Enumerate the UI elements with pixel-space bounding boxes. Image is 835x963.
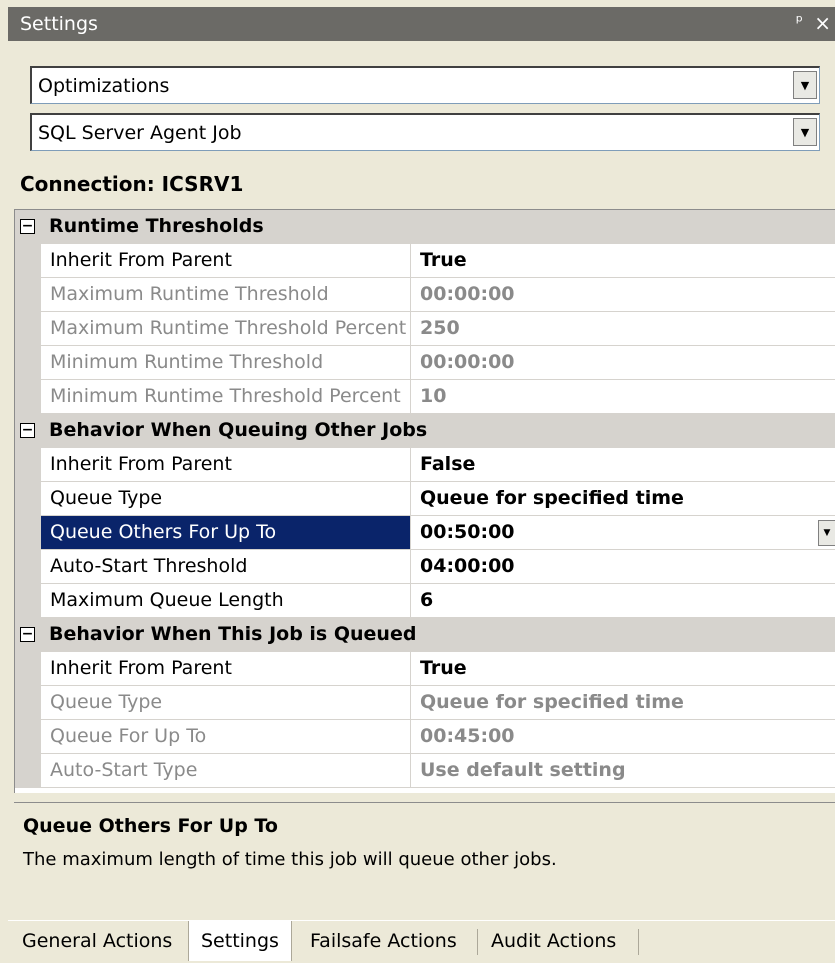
property-row[interactable]: Minimum Runtime Threshold Percent 10 <box>15 380 835 414</box>
property-value: 00:00:00 <box>420 283 515 305</box>
row-gutter <box>15 278 41 312</box>
row-gutter <box>15 754 41 788</box>
property-value: 00:45:00 <box>420 725 515 747</box>
property-row-selected[interactable]: Queue Others For Up To 00:50:00 ▼ <box>15 516 835 550</box>
property-row[interactable]: Inherit From Parent False <box>15 448 835 482</box>
property-row[interactable]: Maximum Runtime Threshold 00:00:00 <box>15 278 835 312</box>
property-name: Maximum Queue Length <box>41 584 411 617</box>
property-value: Use default setting <box>420 759 626 781</box>
property-row[interactable]: Maximum Queue Length 6 <box>15 584 835 618</box>
row-gutter <box>15 584 41 618</box>
description-pane: Queue Others For Up To The maximum lengt… <box>14 802 835 910</box>
pin-icon[interactable]: ᵖ <box>796 12 803 32</box>
property-value: 250 <box>420 317 460 339</box>
row-gutter <box>15 448 41 482</box>
tab-separator <box>477 929 478 955</box>
property-value: Queue for specified time <box>420 691 684 713</box>
property-row[interactable]: Minimum Runtime Threshold 00:00:00 <box>15 346 835 380</box>
property-name: Inherit From Parent <box>41 652 411 685</box>
property-name: Maximum Runtime Threshold Percent <box>41 312 411 345</box>
property-value[interactable]: True <box>412 244 835 277</box>
tab-strip: General Actions Settings Failsafe Action… <box>8 920 835 963</box>
row-gutter <box>15 346 41 380</box>
property-value: 10 <box>420 385 447 407</box>
tab-audit-actions[interactable]: Audit Actions <box>479 921 628 961</box>
collapse-icon[interactable]: − <box>20 627 35 642</box>
property-name: Inherit From Parent <box>41 244 411 277</box>
collapse-icon[interactable]: − <box>20 423 35 438</box>
property-row[interactable]: Queue For Up To 00:45:00 <box>15 720 835 754</box>
property-value[interactable]: 6 <box>412 584 835 617</box>
property-row[interactable]: Queue Type Queue for specified time <box>15 686 835 720</box>
row-gutter <box>15 516 41 550</box>
panel-title-bar: Settings ᵖ × <box>8 7 835 41</box>
row-gutter <box>15 720 41 754</box>
tab-failsafe-actions[interactable]: Failsafe Actions <box>298 921 469 961</box>
panel-title: Settings <box>20 13 98 35</box>
category-dropdown[interactable]: Optimizations ▼ <box>30 66 820 104</box>
tab-settings[interactable]: Settings <box>188 921 292 961</box>
row-gutter <box>15 686 41 720</box>
property-name: Queue For Up To <box>41 720 411 753</box>
category-label: Runtime Thresholds <box>49 215 264 237</box>
category-job-is-queued[interactable]: − Behavior When This Job is Queued <box>15 618 835 652</box>
description-title: Queue Others For Up To <box>23 815 278 837</box>
object-type-dropdown-value: SQL Server Agent Job <box>38 122 242 144</box>
property-value[interactable]: Queue for specified time <box>412 482 835 515</box>
chevron-down-icon[interactable]: ▼ <box>793 71 817 99</box>
category-label: Behavior When Queuing Other Jobs <box>49 419 428 441</box>
row-gutter <box>15 312 41 346</box>
property-value-editor[interactable]: 00:50:00 <box>412 516 835 549</box>
connection-label: Connection: ICSRV1 <box>20 172 244 196</box>
property-value[interactable]: False <box>412 448 835 481</box>
row-gutter <box>15 652 41 686</box>
property-name: Auto-Start Threshold <box>41 550 411 583</box>
property-row[interactable]: Maximum Runtime Threshold Percent 250 <box>15 312 835 346</box>
tab-general-actions[interactable]: General Actions <box>10 921 184 961</box>
row-gutter <box>15 482 41 516</box>
property-row[interactable]: Inherit From Parent True <box>15 652 835 686</box>
category-queuing-other-jobs[interactable]: − Behavior When Queuing Other Jobs <box>15 414 835 448</box>
category-dropdown-value: Optimizations <box>38 75 170 97</box>
property-value: 00:00:00 <box>420 351 515 373</box>
property-name: Auto-Start Type <box>41 754 411 787</box>
property-row[interactable]: Auto-Start Type Use default setting <box>15 754 835 788</box>
chevron-down-icon[interactable]: ▼ <box>793 118 817 146</box>
property-name: Minimum Runtime Threshold <box>41 346 411 379</box>
object-type-dropdown[interactable]: SQL Server Agent Job ▼ <box>30 113 820 151</box>
property-name: Queue Type <box>41 686 411 719</box>
property-value[interactable]: 04:00:00 <box>412 550 835 583</box>
property-name: Queue Others For Up To <box>41 516 411 549</box>
property-row[interactable]: Auto-Start Threshold 04:00:00 <box>15 550 835 584</box>
chevron-down-icon[interactable]: ▼ <box>818 520 835 546</box>
category-runtime-thresholds[interactable]: − Runtime Thresholds <box>15 210 835 244</box>
collapse-icon[interactable]: − <box>20 219 35 234</box>
property-name: Minimum Runtime Threshold Percent <box>41 380 411 413</box>
property-row[interactable]: Inherit From Parent True <box>15 244 835 278</box>
property-row[interactable]: Queue Type Queue for specified time <box>15 482 835 516</box>
row-gutter <box>15 550 41 584</box>
row-gutter <box>15 380 41 414</box>
property-grid: − Runtime Thresholds Inherit From Parent… <box>14 209 835 793</box>
property-name: Inherit From Parent <box>41 448 411 481</box>
tab-separator <box>638 929 639 955</box>
category-label: Behavior When This Job is Queued <box>49 623 417 645</box>
property-name: Maximum Runtime Threshold <box>41 278 411 311</box>
description-text: The maximum length of time this job will… <box>23 849 557 870</box>
row-gutter <box>15 244 41 278</box>
property-name: Queue Type <box>41 482 411 515</box>
close-icon[interactable]: × <box>814 11 831 35</box>
property-value[interactable]: True <box>412 652 835 685</box>
